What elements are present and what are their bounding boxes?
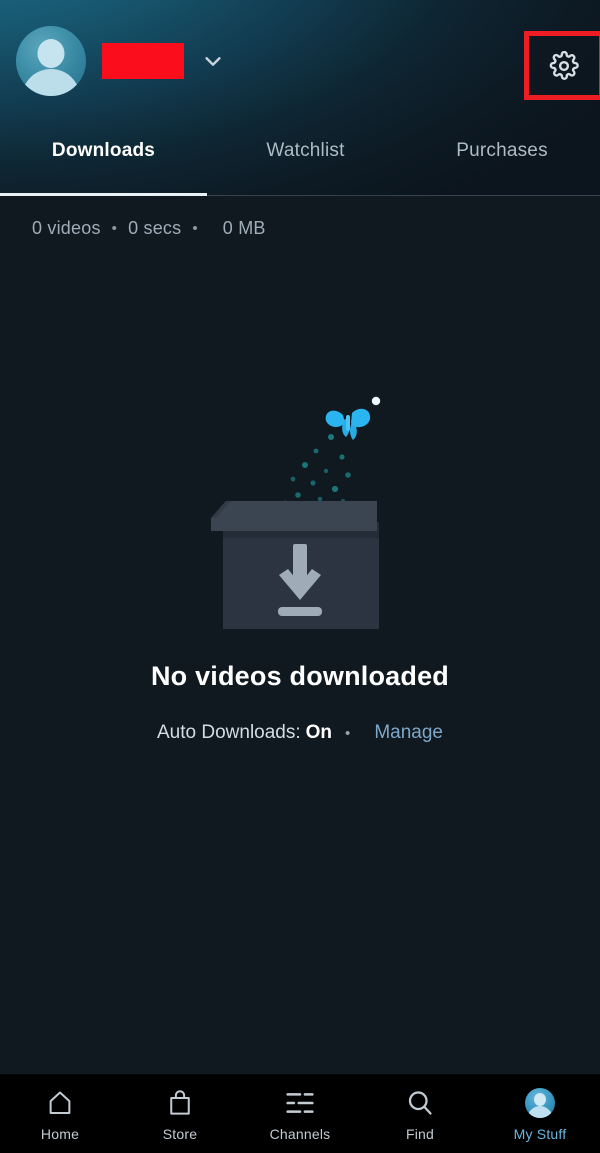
person-avatar-icon (16, 26, 86, 96)
bottom-navigation: Home Store Channels Find My Stuff (0, 1074, 600, 1153)
list-icon (284, 1087, 316, 1119)
nav-item-find[interactable]: Find (360, 1087, 480, 1142)
search-icon (405, 1087, 435, 1119)
tab-watchlist[interactable]: Watchlist (207, 134, 404, 196)
app-screen: Downloads Watchlist Purchases 0 videos •… (0, 0, 600, 1153)
empty-state-title: No videos downloaded (150, 661, 450, 691)
auto-downloads-value: On (305, 722, 333, 743)
manage-link[interactable]: Manage (363, 722, 443, 744)
summary-separator-2: • (192, 220, 198, 237)
nav-label-channels: Channels (269, 1125, 331, 1142)
profile-selector[interactable] (16, 26, 224, 96)
summary-duration: 0 secs (128, 218, 182, 238)
tab-purchases[interactable]: Purchases (404, 134, 600, 196)
settings-button-highlight[interactable] (524, 31, 600, 100)
avatar-icon (525, 1087, 555, 1119)
summary-video-count: 0 videos (32, 218, 101, 238)
summary-size: 0 MB (222, 218, 266, 238)
account-name-redacted (102, 43, 184, 79)
nav-item-home[interactable]: Home (0, 1087, 120, 1142)
nav-item-store[interactable]: Store (120, 1087, 240, 1142)
active-tab-underline (0, 193, 207, 196)
nav-item-my-stuff[interactable]: My Stuff (480, 1087, 600, 1142)
nav-label-store: Store (162, 1125, 198, 1142)
tab-bar: Downloads Watchlist Purchases (0, 134, 600, 196)
tab-downloads[interactable]: Downloads (0, 134, 207, 196)
chevron-down-icon[interactable] (200, 50, 224, 72)
home-icon (45, 1087, 75, 1119)
bag-icon (165, 1087, 195, 1119)
auto-downloads-separator: • (345, 724, 351, 742)
nav-label-my-stuff: My Stuff (513, 1125, 567, 1142)
header: Downloads Watchlist Purchases (0, 0, 600, 196)
summary-separator-1: • (111, 220, 118, 237)
nav-label-home: Home (40, 1125, 80, 1142)
box-flap (211, 501, 377, 531)
empty-state: No videos downloaded Auto Downloads: On … (0, 239, 600, 1074)
open-box-download-illustration (185, 379, 415, 629)
sparkle-white-dot (371, 396, 381, 406)
tab-indicator-wrap (0, 193, 600, 196)
gear-icon[interactable] (549, 50, 579, 81)
downloads-summary: 0 videos • 0 secs • 0 MB (0, 196, 600, 239)
auto-downloads-row: Auto Downloads: On • Manage (157, 722, 443, 744)
nav-item-channels[interactable]: Channels (240, 1087, 360, 1142)
auto-downloads-label: Auto Downloads: (157, 722, 301, 743)
nav-label-find: Find (405, 1125, 435, 1142)
